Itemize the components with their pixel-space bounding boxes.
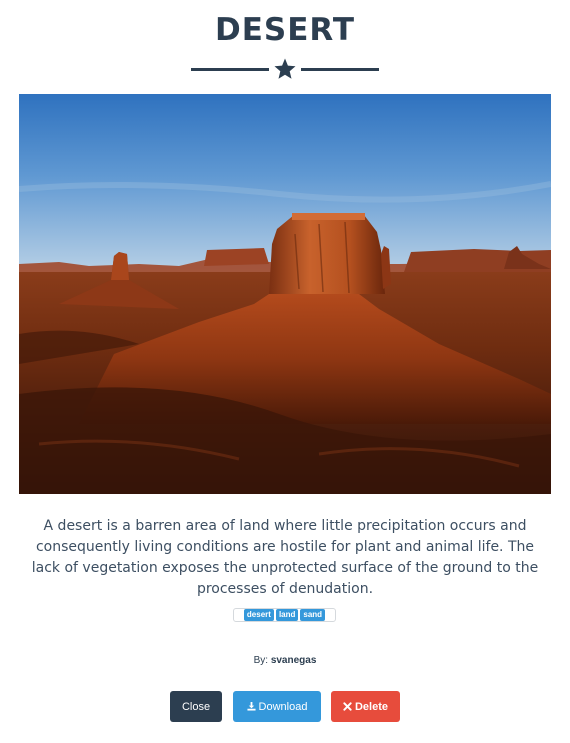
tag-sand[interactable]: sand xyxy=(300,609,326,621)
close-button[interactable]: Close xyxy=(170,691,222,722)
author-line: By: svanegas xyxy=(0,655,570,666)
download-button[interactable]: Download xyxy=(233,691,321,722)
delete-button[interactable]: Delete xyxy=(331,691,400,722)
title-divider xyxy=(0,56,570,82)
divider-line-right xyxy=(301,68,379,71)
star-icon xyxy=(274,58,296,79)
close-button-label: Close xyxy=(181,700,211,713)
delete-button-label: Delete xyxy=(354,700,389,713)
divider-line-left xyxy=(191,68,269,71)
page-title: DESERT xyxy=(214,12,356,48)
download-icon xyxy=(246,702,256,711)
author-name: svanegas xyxy=(270,655,317,666)
tag-list: desert land sand xyxy=(233,608,336,622)
photo-description: A desert is a barren area of land where … xyxy=(31,518,539,597)
author-prefix: By: xyxy=(253,655,269,666)
tag-land[interactable]: land xyxy=(275,609,299,621)
download-button-label: Download xyxy=(258,700,308,713)
desert-photo xyxy=(19,94,551,494)
times-icon xyxy=(343,702,352,711)
tag-desert[interactable]: desert xyxy=(243,609,274,621)
